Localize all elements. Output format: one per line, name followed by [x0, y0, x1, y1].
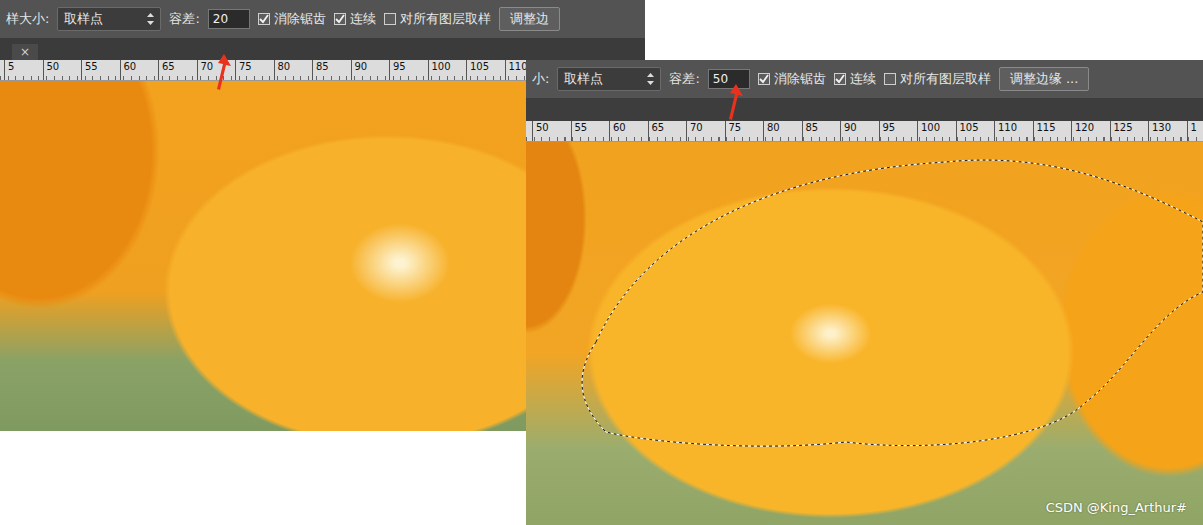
screenshot-right: 小:取样点容差:50消除锯齿连续对所有图层取样调整边缘 ...505560657… [526, 60, 1203, 525]
option-checkbox[interactable]: 对所有图层取样 [384, 10, 491, 28]
option-label: 消除锯齿 [774, 70, 826, 88]
selection-marquee [526, 142, 1203, 525]
checkbox[interactable] [884, 73, 896, 85]
ruler-number: 1 [1187, 121, 1203, 141]
sample-size-dropdown[interactable]: 取样点 [57, 7, 161, 31]
ruler-number: 70 [686, 121, 725, 141]
ruler-number: 60 [120, 60, 159, 80]
ruler-number: 95 [389, 60, 428, 80]
watermark: CSDN @King_Arthur# [1046, 500, 1187, 515]
ruler-number: 50 [43, 60, 82, 80]
options-bar: 样大小: 取样点 容差: 20 消除锯齿 连续 对所有图层取样调整边 [0, 0, 645, 38]
ruler-number: 60 [609, 121, 648, 141]
document-tab-bar [526, 98, 1203, 121]
option-label: 对所有图层取样 [900, 70, 991, 88]
ruler-number: 95 [879, 121, 918, 141]
ruler-number: 85 [312, 60, 351, 80]
sample-size-label: 样大小: [6, 10, 49, 28]
check-icon [759, 74, 769, 84]
options-bar: 小: 取样点 容差: 50 消除锯齿 连续 对所有图层取样调整边缘 ... [526, 60, 1203, 98]
option-checkbox[interactable]: 连续 [334, 10, 376, 28]
ruler-number: 90 [351, 60, 390, 80]
checkbox[interactable] [758, 73, 770, 85]
option-checkbox[interactable]: 连续 [834, 70, 876, 88]
option-checkbox[interactable]: 消除锯齿 [758, 70, 826, 88]
persimmon-photo [526, 142, 1203, 525]
check-icon [259, 14, 269, 24]
option-checkbox[interactable]: 对所有图层取样 [884, 70, 991, 88]
ruler-number: 85 [802, 121, 841, 141]
ruler-number: 130 [1148, 121, 1187, 141]
tolerance-label: 容差: [169, 10, 199, 28]
ruler-number: 115 [1033, 121, 1072, 141]
check-icon [835, 74, 845, 84]
checkbox[interactable] [258, 13, 270, 25]
checkbox[interactable] [334, 13, 346, 25]
option-label: 消除锯齿 [274, 10, 326, 28]
dropdown-arrow-icon [147, 13, 154, 25]
ruler-number: 105 [956, 121, 995, 141]
red-arrow-icon [726, 82, 746, 122]
tolerance-field[interactable]: 50 [708, 69, 750, 89]
ruler-number: 80 [274, 60, 313, 80]
option-checkbox[interactable]: 消除锯齿 [258, 10, 326, 28]
sample-size-dropdown[interactable]: 取样点 [557, 67, 661, 91]
ruler-number: 80 [763, 121, 802, 141]
document-tab-bar: × [0, 38, 645, 60]
dropdown-arrow-icon [647, 73, 654, 85]
ruler-number: 75 [235, 60, 274, 80]
ruler-number: 55 [81, 60, 120, 80]
tolerance-field[interactable]: 20 [208, 9, 250, 29]
ruler-number: 90 [840, 121, 879, 141]
ruler-number: 65 [158, 60, 197, 80]
sample-size-label: 小: [532, 70, 549, 88]
option-label: 连续 [850, 70, 876, 88]
sample-size-value: 取样点 [564, 70, 603, 88]
ruler-number: 100 [917, 121, 956, 141]
ruler-number: 75 [725, 121, 764, 141]
tolerance-label: 容差: [669, 70, 699, 88]
option-label: 对所有图层取样 [400, 10, 491, 28]
ruler-number: 50 [532, 121, 571, 141]
ruler-number: 100 [428, 60, 467, 80]
ruler: 5055606570758085909510010511011512012513… [526, 121, 1203, 142]
ruler-number: 105 [466, 60, 505, 80]
red-arrow-icon [214, 52, 234, 92]
ruler-number: 120 [1071, 121, 1110, 141]
close-tab-button[interactable]: × [12, 44, 38, 60]
ruler-number: 125 [1110, 121, 1149, 141]
checkbox[interactable] [384, 13, 396, 25]
sample-size-value: 取样点 [64, 10, 103, 28]
ruler-number: 110 [994, 121, 1033, 141]
option-label: 连续 [350, 10, 376, 28]
refine-edge-button[interactable]: 调整边 [499, 7, 560, 31]
refine-edge-button[interactable]: 调整边缘 ... [999, 67, 1090, 91]
checkbox[interactable] [834, 73, 846, 85]
check-icon [335, 14, 345, 24]
ruler-number: 55 [571, 121, 610, 141]
ruler-number: 65 [648, 121, 687, 141]
ruler-number: 5 [4, 60, 43, 80]
